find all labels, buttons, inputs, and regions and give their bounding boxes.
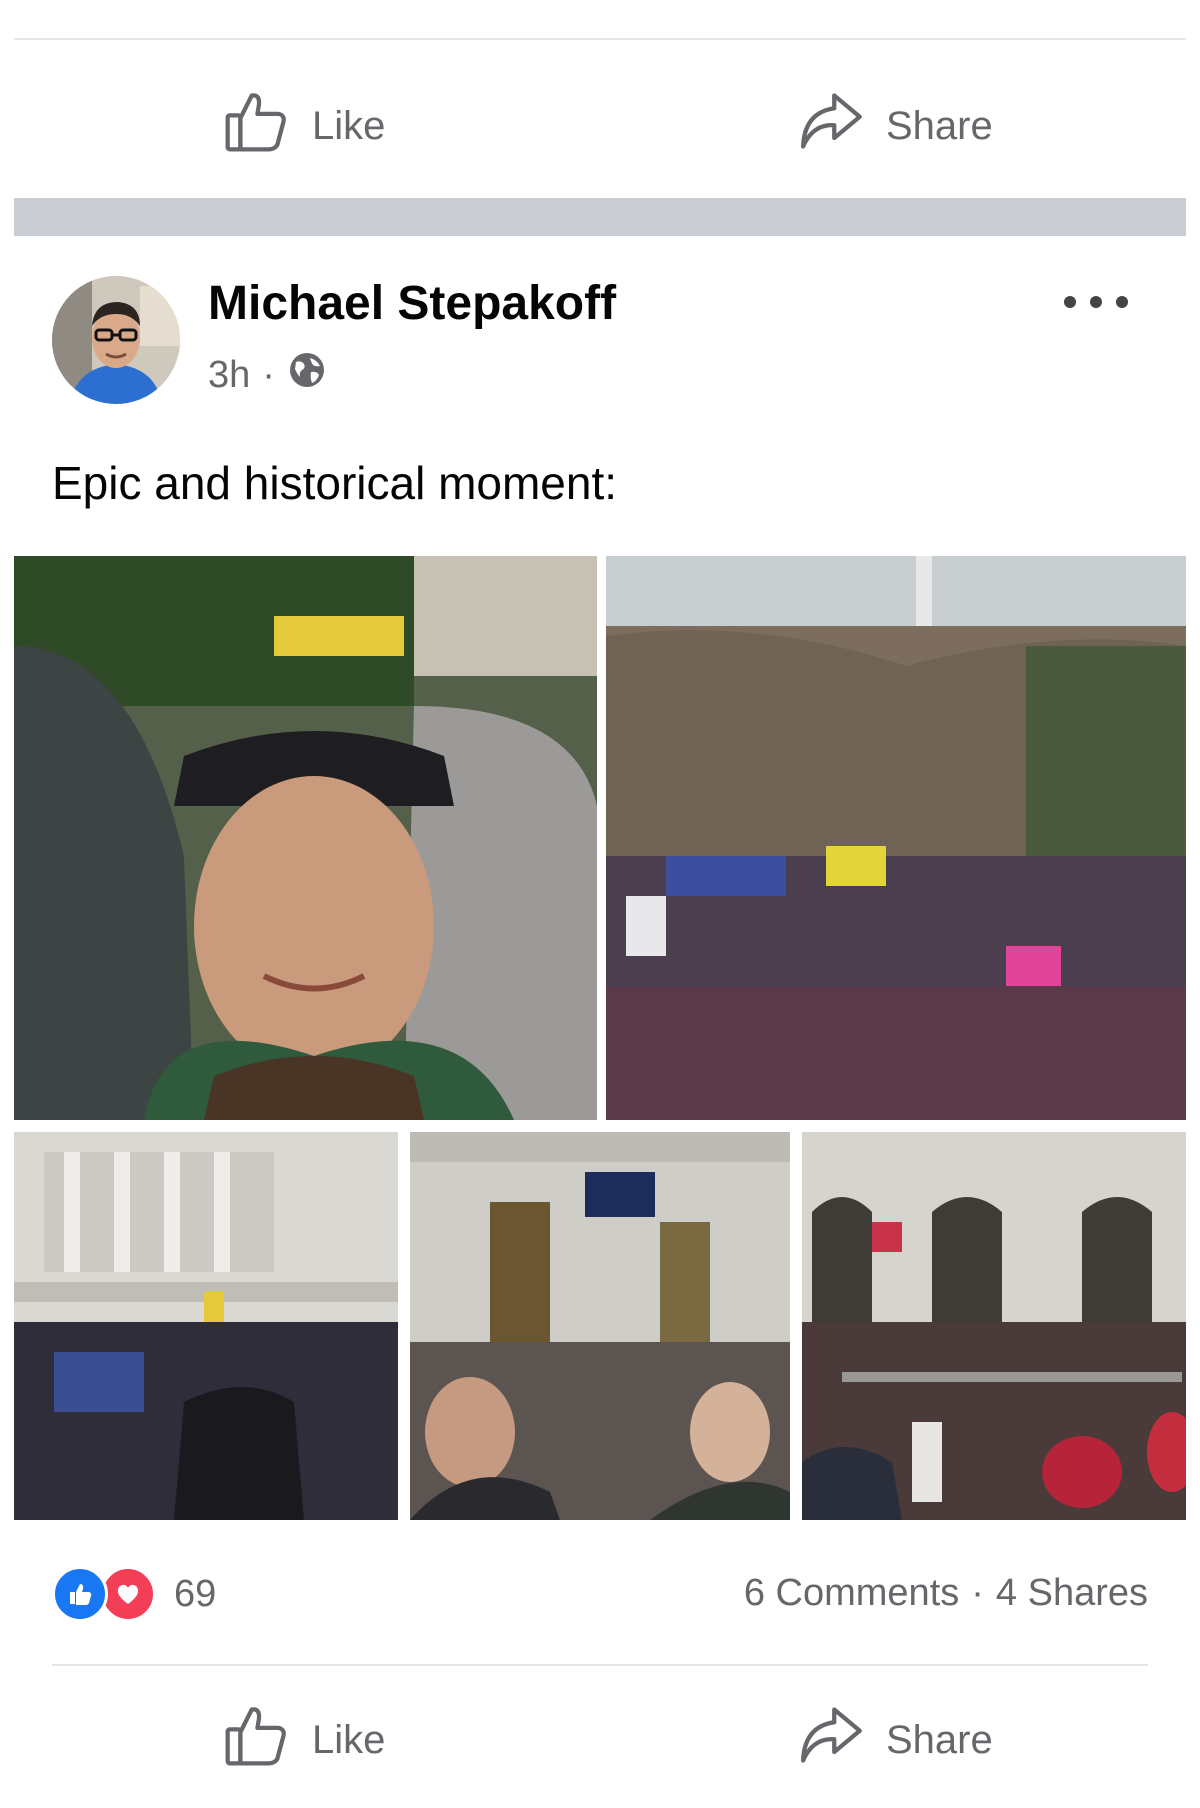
post-meta: 3h · <box>208 350 327 400</box>
archway-crowd-photo[interactable] <box>802 1132 1186 1520</box>
thumbs-up-icon <box>222 1701 290 1779</box>
post-like-label: Like <box>312 1717 386 1762</box>
building-columns-crowd-photo[interactable] <box>14 1132 398 1520</box>
more-dots-icon <box>1064 296 1076 308</box>
reaction-count: 69 <box>174 1572 217 1615</box>
like-button[interactable]: Like <box>222 76 385 176</box>
reactions-summary[interactable]: 69 <box>52 1566 216 1622</box>
doorway-with-flag-photo[interactable] <box>410 1132 790 1520</box>
globe-icon <box>287 350 327 400</box>
thumbs-up-icon <box>222 87 290 165</box>
love-reaction-icon <box>100 1566 156 1622</box>
author-name[interactable]: Michael Stepakoff <box>208 276 616 331</box>
share-arrow-icon <box>796 1701 864 1779</box>
shares-count[interactable]: 4 Shares <box>996 1572 1148 1615</box>
post-time[interactable]: 3h <box>208 354 250 397</box>
more-dot <box>1090 296 1102 308</box>
crowd-with-flags-photo[interactable] <box>606 556 1186 1120</box>
share-label: Share <box>886 103 993 148</box>
share-button[interactable]: Share <box>796 76 993 176</box>
bottom-action-bar: Like Share <box>14 1690 1186 1790</box>
share-arrow-icon <box>796 87 864 165</box>
post-like-button[interactable]: Like <box>222 1690 385 1790</box>
avatar[interactable] <box>52 276 180 404</box>
post-share-label: Share <box>886 1717 993 1762</box>
like-reaction-icon <box>52 1566 108 1622</box>
engagement-stats: 6 Comments · 4 Shares <box>744 1572 1148 1615</box>
more-options-button[interactable] <box>1064 282 1128 322</box>
post-text: Epic and historical moment: <box>52 457 618 509</box>
post-share-button[interactable]: Share <box>796 1690 993 1790</box>
like-label: Like <box>312 103 386 148</box>
stats-separator: · <box>971 1572 984 1614</box>
feed-separator <box>14 198 1186 236</box>
bottom-divider <box>52 1664 1148 1666</box>
meta-separator: · <box>262 353 275 396</box>
selfie-in-crowd-photo[interactable] <box>14 556 597 1120</box>
top-divider <box>14 38 1186 40</box>
top-action-bar: Like Share <box>14 76 1186 176</box>
comments-count[interactable]: 6 Comments <box>744 1572 959 1615</box>
more-dot <box>1116 296 1128 308</box>
